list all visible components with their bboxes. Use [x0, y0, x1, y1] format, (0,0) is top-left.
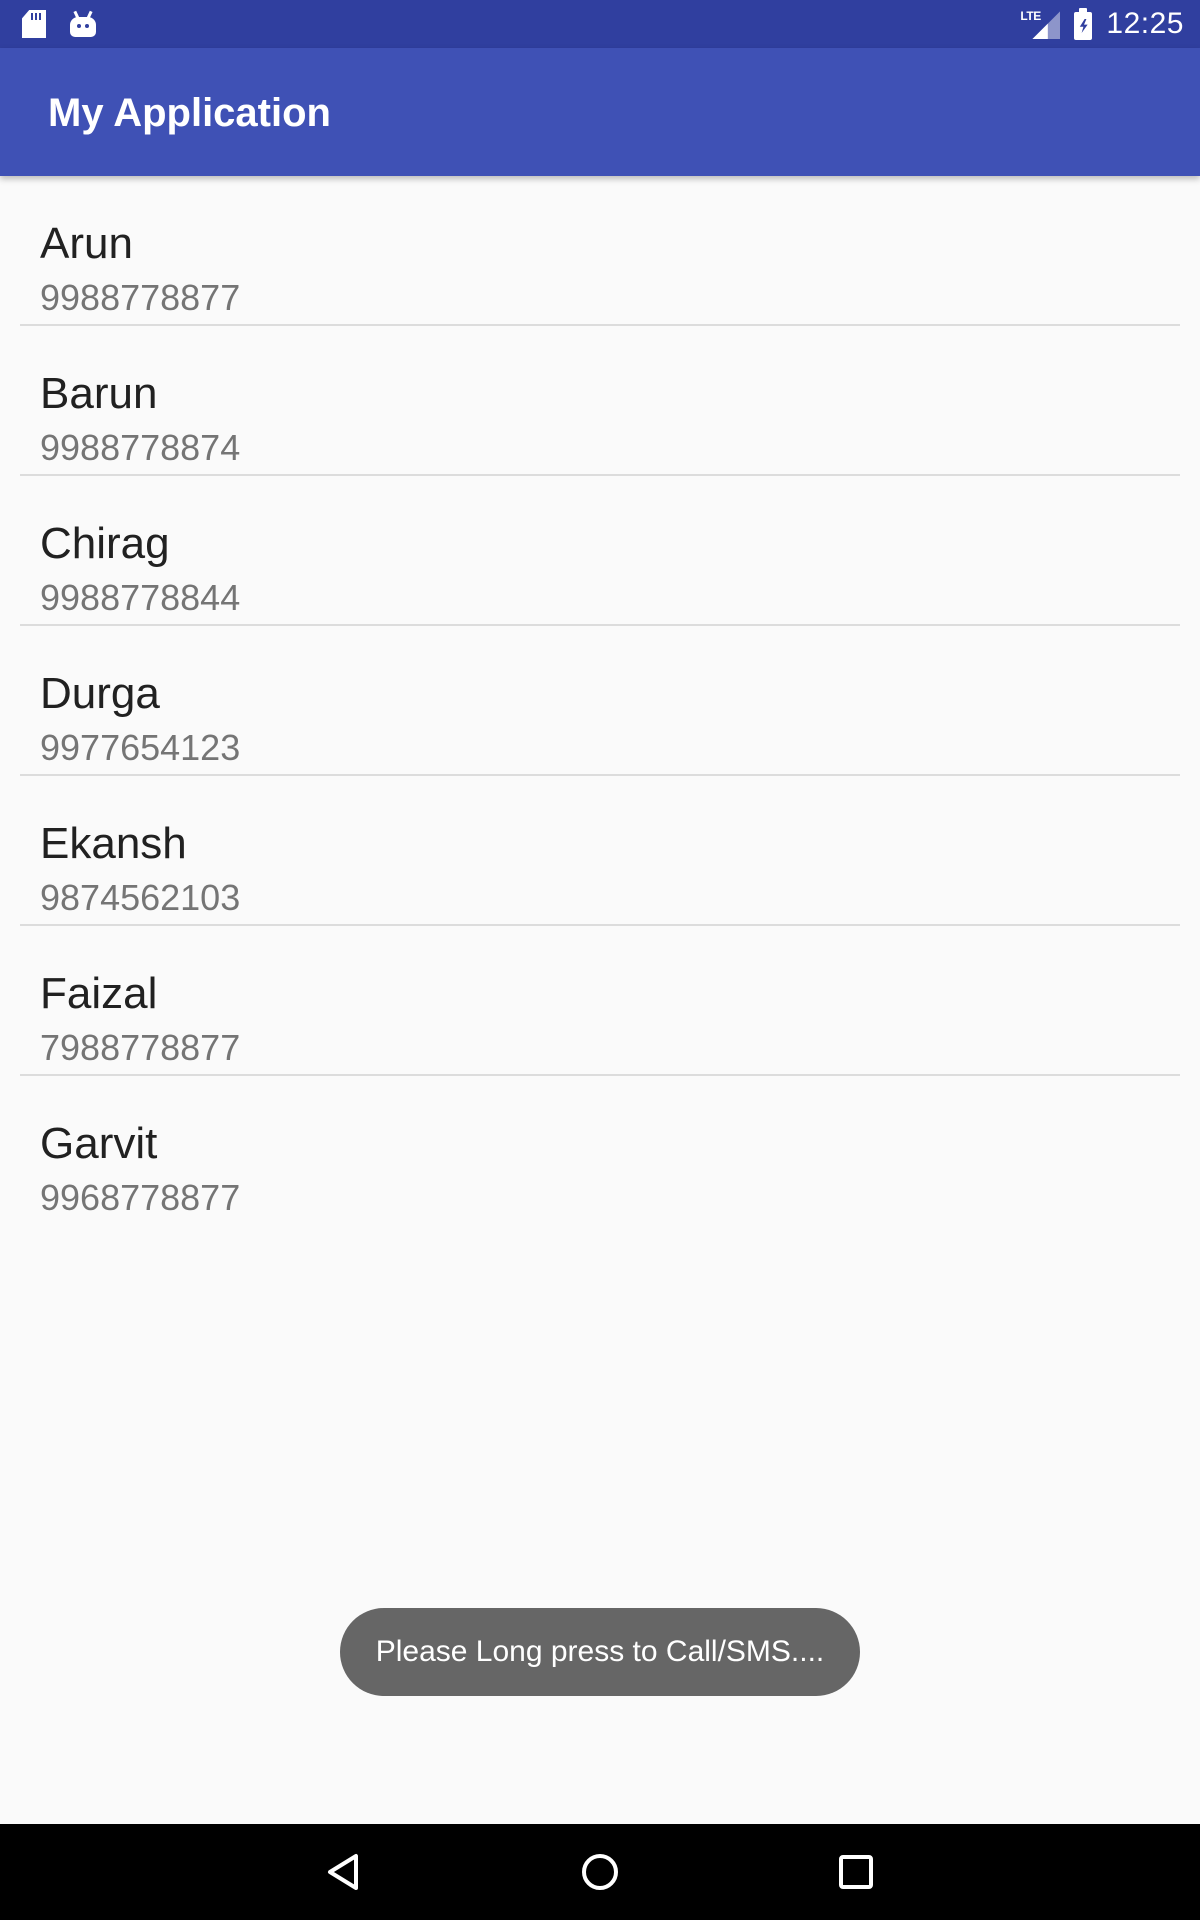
- toast: Please Long press to Call/SMS....: [340, 1608, 860, 1696]
- list-item[interactable]: Barun 9988778874: [20, 326, 1180, 476]
- recents-icon: [839, 1855, 873, 1889]
- contact-name: Durga: [40, 669, 160, 718]
- network-type-label: LTE: [1020, 9, 1041, 23]
- app-title: My Application: [48, 91, 331, 135]
- contact-phone: 9874562103: [40, 877, 241, 918]
- signal-icon: LTE: [1020, 7, 1061, 41]
- list-item[interactable]: Arun 9988778877: [20, 176, 1180, 326]
- contact-name: Arun: [40, 219, 133, 268]
- android-icon: [70, 10, 96, 37]
- contact-phone: 9988778844: [40, 577, 241, 618]
- screen: LTE 12:25 My Application Arun 9988778877 B…: [0, 0, 1200, 1920]
- contact-phone: 9988778877: [40, 277, 241, 318]
- contact-name: Chirag: [40, 519, 170, 568]
- status-time: 12:25: [1106, 7, 1184, 40]
- contact-phone: 9977654123: [40, 727, 241, 768]
- list-item[interactable]: Ekansh 9874562103: [20, 776, 1180, 926]
- contact-phone: 7988778877: [40, 1027, 241, 1068]
- list-item[interactable]: Garvit 9968778877: [20, 1076, 1180, 1226]
- list-item[interactable]: Chirag 9988778844: [20, 476, 1180, 626]
- toast-message: Please Long press to Call/SMS....: [375, 1635, 825, 1668]
- navigation-bar: [0, 1824, 1200, 1920]
- contact-list[interactable]: Arun 9988778877 Barun 9988778874 Chirag 99887…: [20, 176, 1180, 1226]
- home-icon: [582, 1854, 618, 1890]
- contact-phone: 9988778874: [40, 427, 241, 468]
- status-left-icons: [22, 8, 96, 40]
- list-item[interactable]: Faizal 7988778877: [20, 926, 1180, 1076]
- back-icon: [328, 1854, 358, 1890]
- contact-phone: 9968778877: [40, 1177, 241, 1218]
- status-right-icons: LTE 12:25: [1020, 0, 1184, 48]
- recents-button[interactable]: [832, 1848, 880, 1896]
- sd-card-icon: [22, 10, 46, 38]
- contact-name: Garvit: [40, 1119, 158, 1168]
- home-button[interactable]: [576, 1848, 624, 1896]
- battery-charging-icon: [1074, 8, 1093, 40]
- contact-name: Barun: [40, 369, 158, 418]
- list-item[interactable]: Durga 9977654123: [20, 626, 1180, 776]
- back-button[interactable]: [320, 1848, 368, 1896]
- status-bar: LTE 12:25: [0, 0, 1200, 48]
- app-bar: My Application: [0, 48, 1200, 176]
- contact-name: Ekansh: [40, 819, 187, 868]
- contact-name: Faizal: [40, 969, 158, 1018]
